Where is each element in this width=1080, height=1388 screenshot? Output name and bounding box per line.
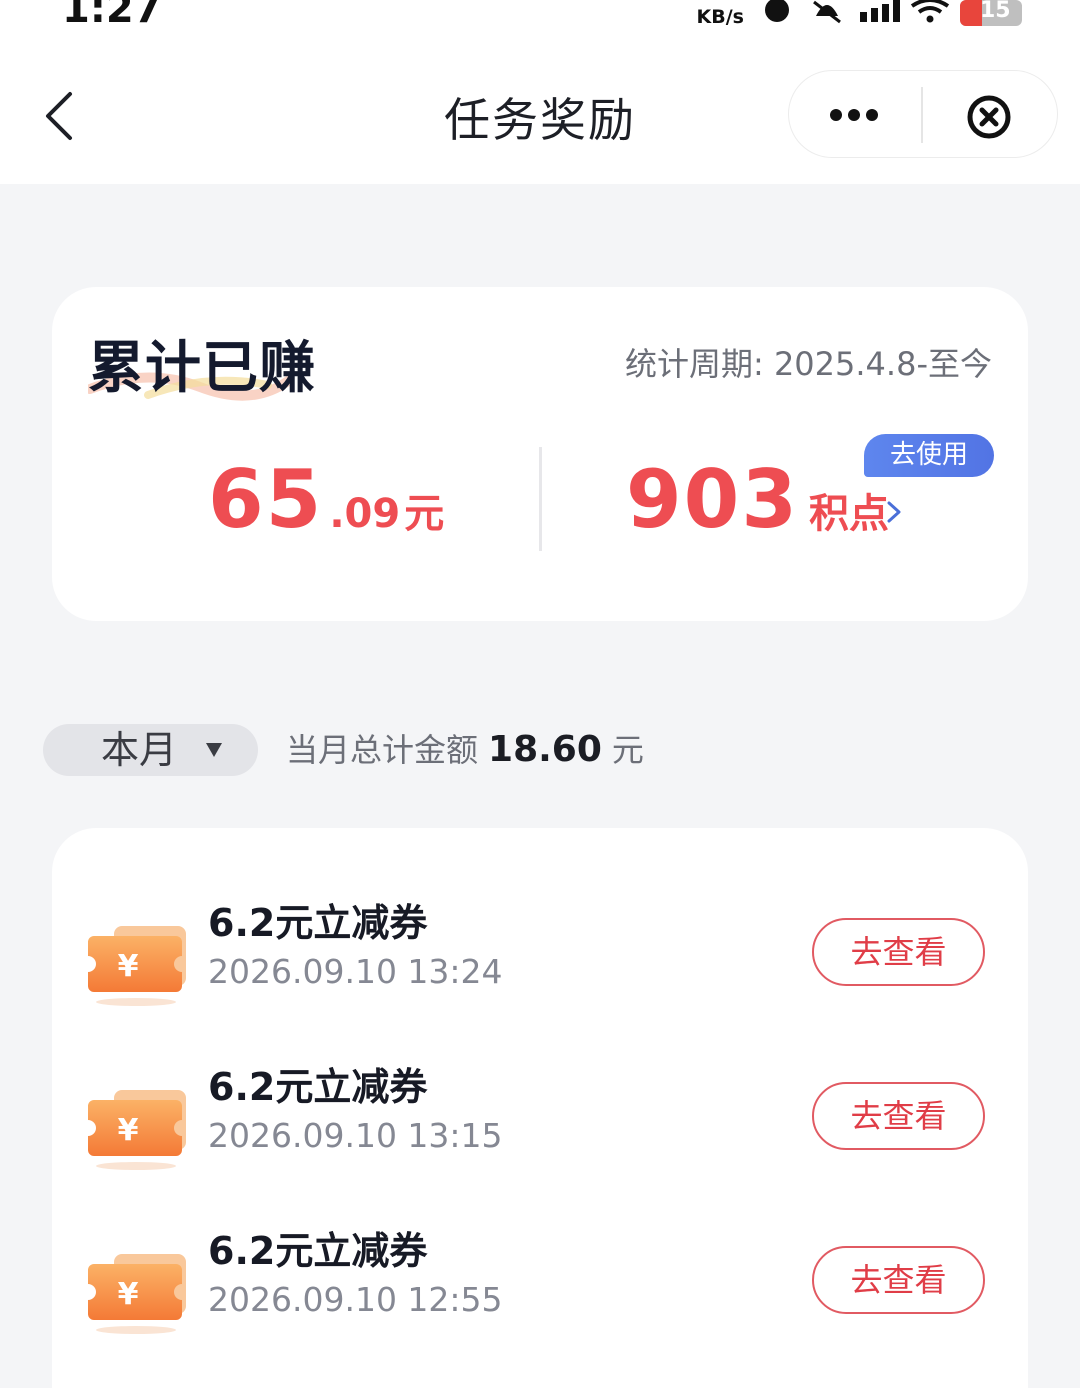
reward-time: 2026.09.10 13:15	[208, 1116, 503, 1155]
stat-period: 统计周期: 2025.4.8-至今	[624, 345, 992, 383]
capsule-divider	[921, 87, 923, 143]
mute-bell-icon	[810, 0, 844, 24]
summary-title-block: 累计已赚	[88, 323, 358, 407]
earned-integer: 65	[208, 453, 324, 546]
view-button[interactable]: 去查看	[812, 918, 985, 986]
earned-amount: 65 .09 元	[208, 453, 444, 546]
reward-list: ¥ 6.2元立减券 2026.09.10 13:24 去查看 ¥ 6.2元立减券…	[52, 828, 1028, 1388]
list-item: ¥ 6.2元立减券 2026.09.10 13:15 去查看	[52, 1048, 1028, 1198]
reward-title: 6.2元立减券	[208, 1065, 428, 1109]
svg-text:¥: ¥	[118, 1113, 139, 1148]
list-item: ¥ 6.2元立减券 2026.09.10 13:24 去查看	[52, 884, 1028, 1034]
month-total-unit: 元	[611, 731, 644, 769]
svg-text:¥: ¥	[118, 1277, 139, 1312]
earned-decimal: .09	[329, 491, 401, 537]
earned-unit: 元	[404, 491, 445, 537]
more-button[interactable]	[819, 85, 889, 145]
svg-text:¥: ¥	[118, 949, 139, 984]
view-button[interactable]: 去查看	[812, 1246, 985, 1314]
reward-title: 6.2元立减券	[208, 1229, 428, 1273]
month-total: 当月总计金额 18.60 元	[286, 724, 644, 776]
month-dropdown[interactable]: 本月	[43, 724, 258, 776]
coupon-ticket-icon: ¥	[88, 1254, 186, 1334]
points-value: 903	[626, 453, 799, 546]
month-total-label: 当月总计金额	[286, 731, 479, 769]
signal-icon	[860, 0, 900, 24]
month-total-amount: 18.60	[488, 729, 602, 770]
coupon-ticket-icon: ¥	[88, 1090, 186, 1170]
more-dots-icon	[830, 109, 878, 121]
use-points-badge[interactable]: 去使用	[864, 434, 994, 477]
coupon-ticket-icon: ¥	[88, 926, 186, 1006]
filter-row: 本月 当月总计金额 18.60 元	[43, 724, 1043, 776]
reward-time: 2026.09.10 12:55	[208, 1280, 503, 1319]
close-circle-icon	[967, 95, 1011, 139]
alarm-icon	[760, 0, 794, 24]
mini-program-capsule	[788, 70, 1058, 158]
status-icons: KB/s 15	[697, 0, 1022, 28]
status-time: 1:27	[62, 0, 162, 32]
network-speed: KB/s	[696, 6, 744, 28]
points-unit: 积点	[809, 491, 889, 537]
month-dropdown-label: 本月	[101, 728, 178, 772]
chevron-right-icon[interactable]	[884, 499, 904, 525]
reward-title: 6.2元立减券	[208, 901, 428, 945]
summary-title: 累计已赚	[88, 336, 316, 401]
status-bar: 1:27 KB/s 15	[0, 0, 1080, 40]
nav-bar: 任务奖励	[0, 40, 1080, 184]
points-link[interactable]: 903 积点	[626, 453, 889, 546]
list-item: ¥ 6.2元立减券 2026.09.10 12:55 去查看	[52, 1212, 1028, 1362]
battery-icon: 15	[960, 0, 1022, 26]
reward-time: 2026.09.10 13:24	[208, 952, 503, 991]
wifi-icon	[910, 0, 950, 24]
summary-card: 累计已赚 统计周期: 2025.4.8-至今 65 .09 元 903 积点 去…	[52, 287, 1028, 621]
summary-divider	[539, 447, 542, 551]
battery-level: 15	[980, 0, 1011, 23]
close-button[interactable]	[961, 89, 1017, 145]
view-button[interactable]: 去查看	[812, 1082, 985, 1150]
caret-down-icon	[206, 743, 222, 757]
